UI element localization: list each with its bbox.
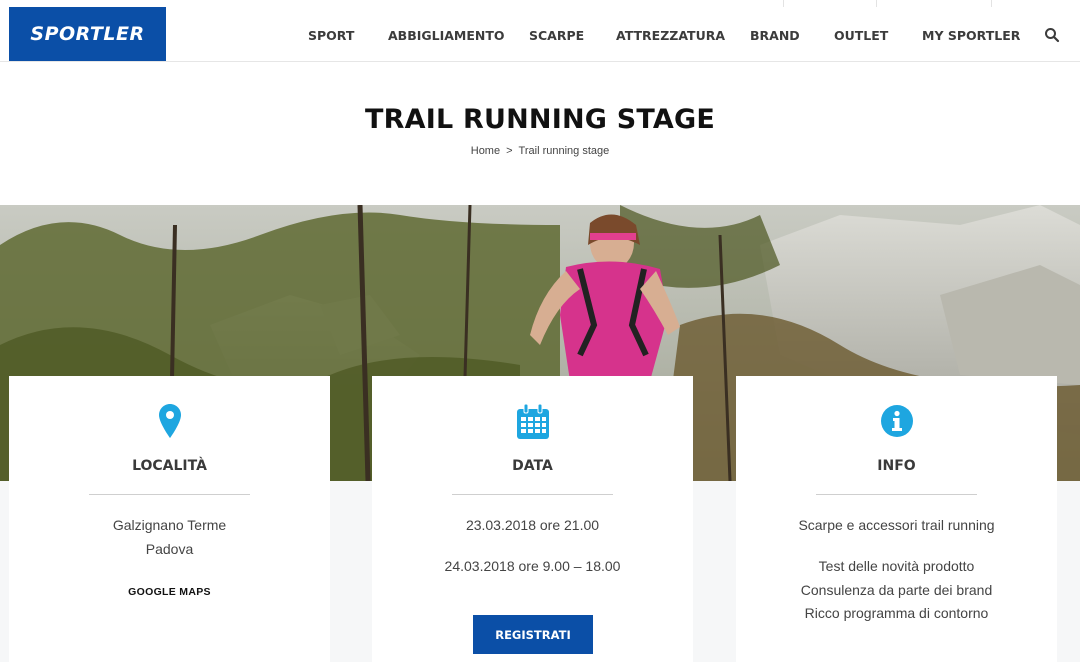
site-header: SPORTLER SPORT ABBIGLIAMENTO SCARPE ATTR…: [0, 0, 1080, 62]
card-line: Consulenza da parte dei brand: [800, 582, 993, 598]
info-icon: [736, 404, 1057, 438]
card-line: Test delle novità prodotto: [818, 558, 975, 574]
breadcrumb-current: Trail running stage: [518, 145, 610, 157]
breadcrumb: Home > Trail running stage: [0, 145, 1080, 157]
card-divider: [816, 494, 977, 495]
sportler-logo[interactable]: SPORTLER: [9, 7, 166, 61]
card-divider: [89, 494, 250, 495]
card-line: Scarpe e accessori trail running: [798, 517, 995, 533]
page-title: TRAIL RUNNING STAGE: [365, 104, 715, 135]
search-icon[interactable]: [1044, 27, 1060, 43]
breadcrumb-separator: >: [506, 145, 513, 157]
top-utility-bar: [0, 0, 1080, 7]
calendar-icon: [372, 404, 693, 440]
nav-item-sport[interactable]: SPORT: [308, 28, 354, 43]
card-line: Padova: [145, 541, 194, 557]
card-info: INFO Scarpe e accessori trail running Te…: [736, 376, 1057, 662]
card-line: 23.03.2018 ore 21.00: [465, 517, 600, 533]
map-pin-icon: [9, 404, 330, 438]
logo-text: SPORTLER: [30, 23, 145, 45]
card-title: DATA: [512, 458, 553, 474]
card-localita: LOCALITÀ Galzignano Terme Padova GOOGLE …: [9, 376, 330, 662]
register-button[interactable]: REGISTRATI: [473, 615, 593, 654]
google-maps-link[interactable]: GOOGLE MAPS: [9, 586, 330, 598]
card-line: Galzignano Terme: [112, 517, 227, 533]
card-data: DATA 23.03.2018 ore 21.00 24.03.2018 ore…: [372, 376, 693, 662]
card-divider: [452, 494, 613, 495]
nav-item-brand[interactable]: BRAND: [750, 28, 800, 43]
card-line: 24.03.2018 ore 9.00 – 18.00: [444, 558, 621, 574]
card-line: Ricco programma di contorno: [804, 605, 989, 621]
nav-item-abbigliamento[interactable]: ABBIGLIAMENTO: [388, 28, 505, 43]
nav-item-attrezzatura[interactable]: ATTREZZATURA: [616, 28, 725, 43]
card-title: INFO: [877, 458, 916, 474]
nav-item-scarpe[interactable]: SCARPE: [529, 28, 584, 43]
nav-item-outlet[interactable]: OUTLET: [834, 28, 888, 43]
card-title: LOCALITÀ: [132, 458, 207, 474]
breadcrumb-home[interactable]: Home: [471, 145, 500, 157]
nav-item-my-sportler[interactable]: MY SPORTLER: [922, 28, 1020, 43]
